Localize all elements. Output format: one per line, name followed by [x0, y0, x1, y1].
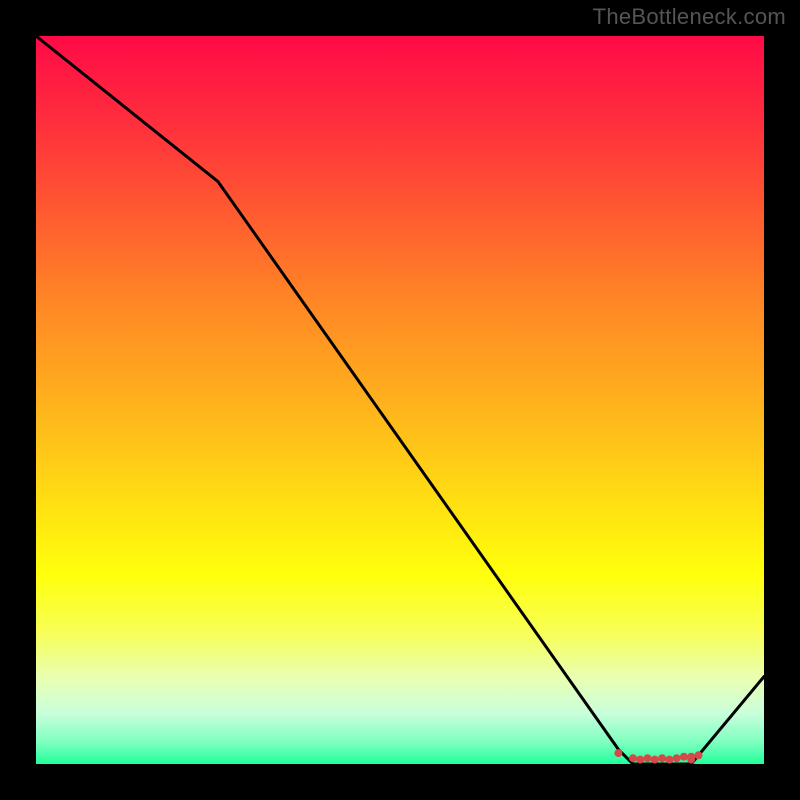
watermark-label: TheBottleneck.com: [593, 4, 786, 30]
plot-gradient-area: [36, 36, 764, 764]
chart-container: TheBottleneck.com: [0, 0, 800, 800]
